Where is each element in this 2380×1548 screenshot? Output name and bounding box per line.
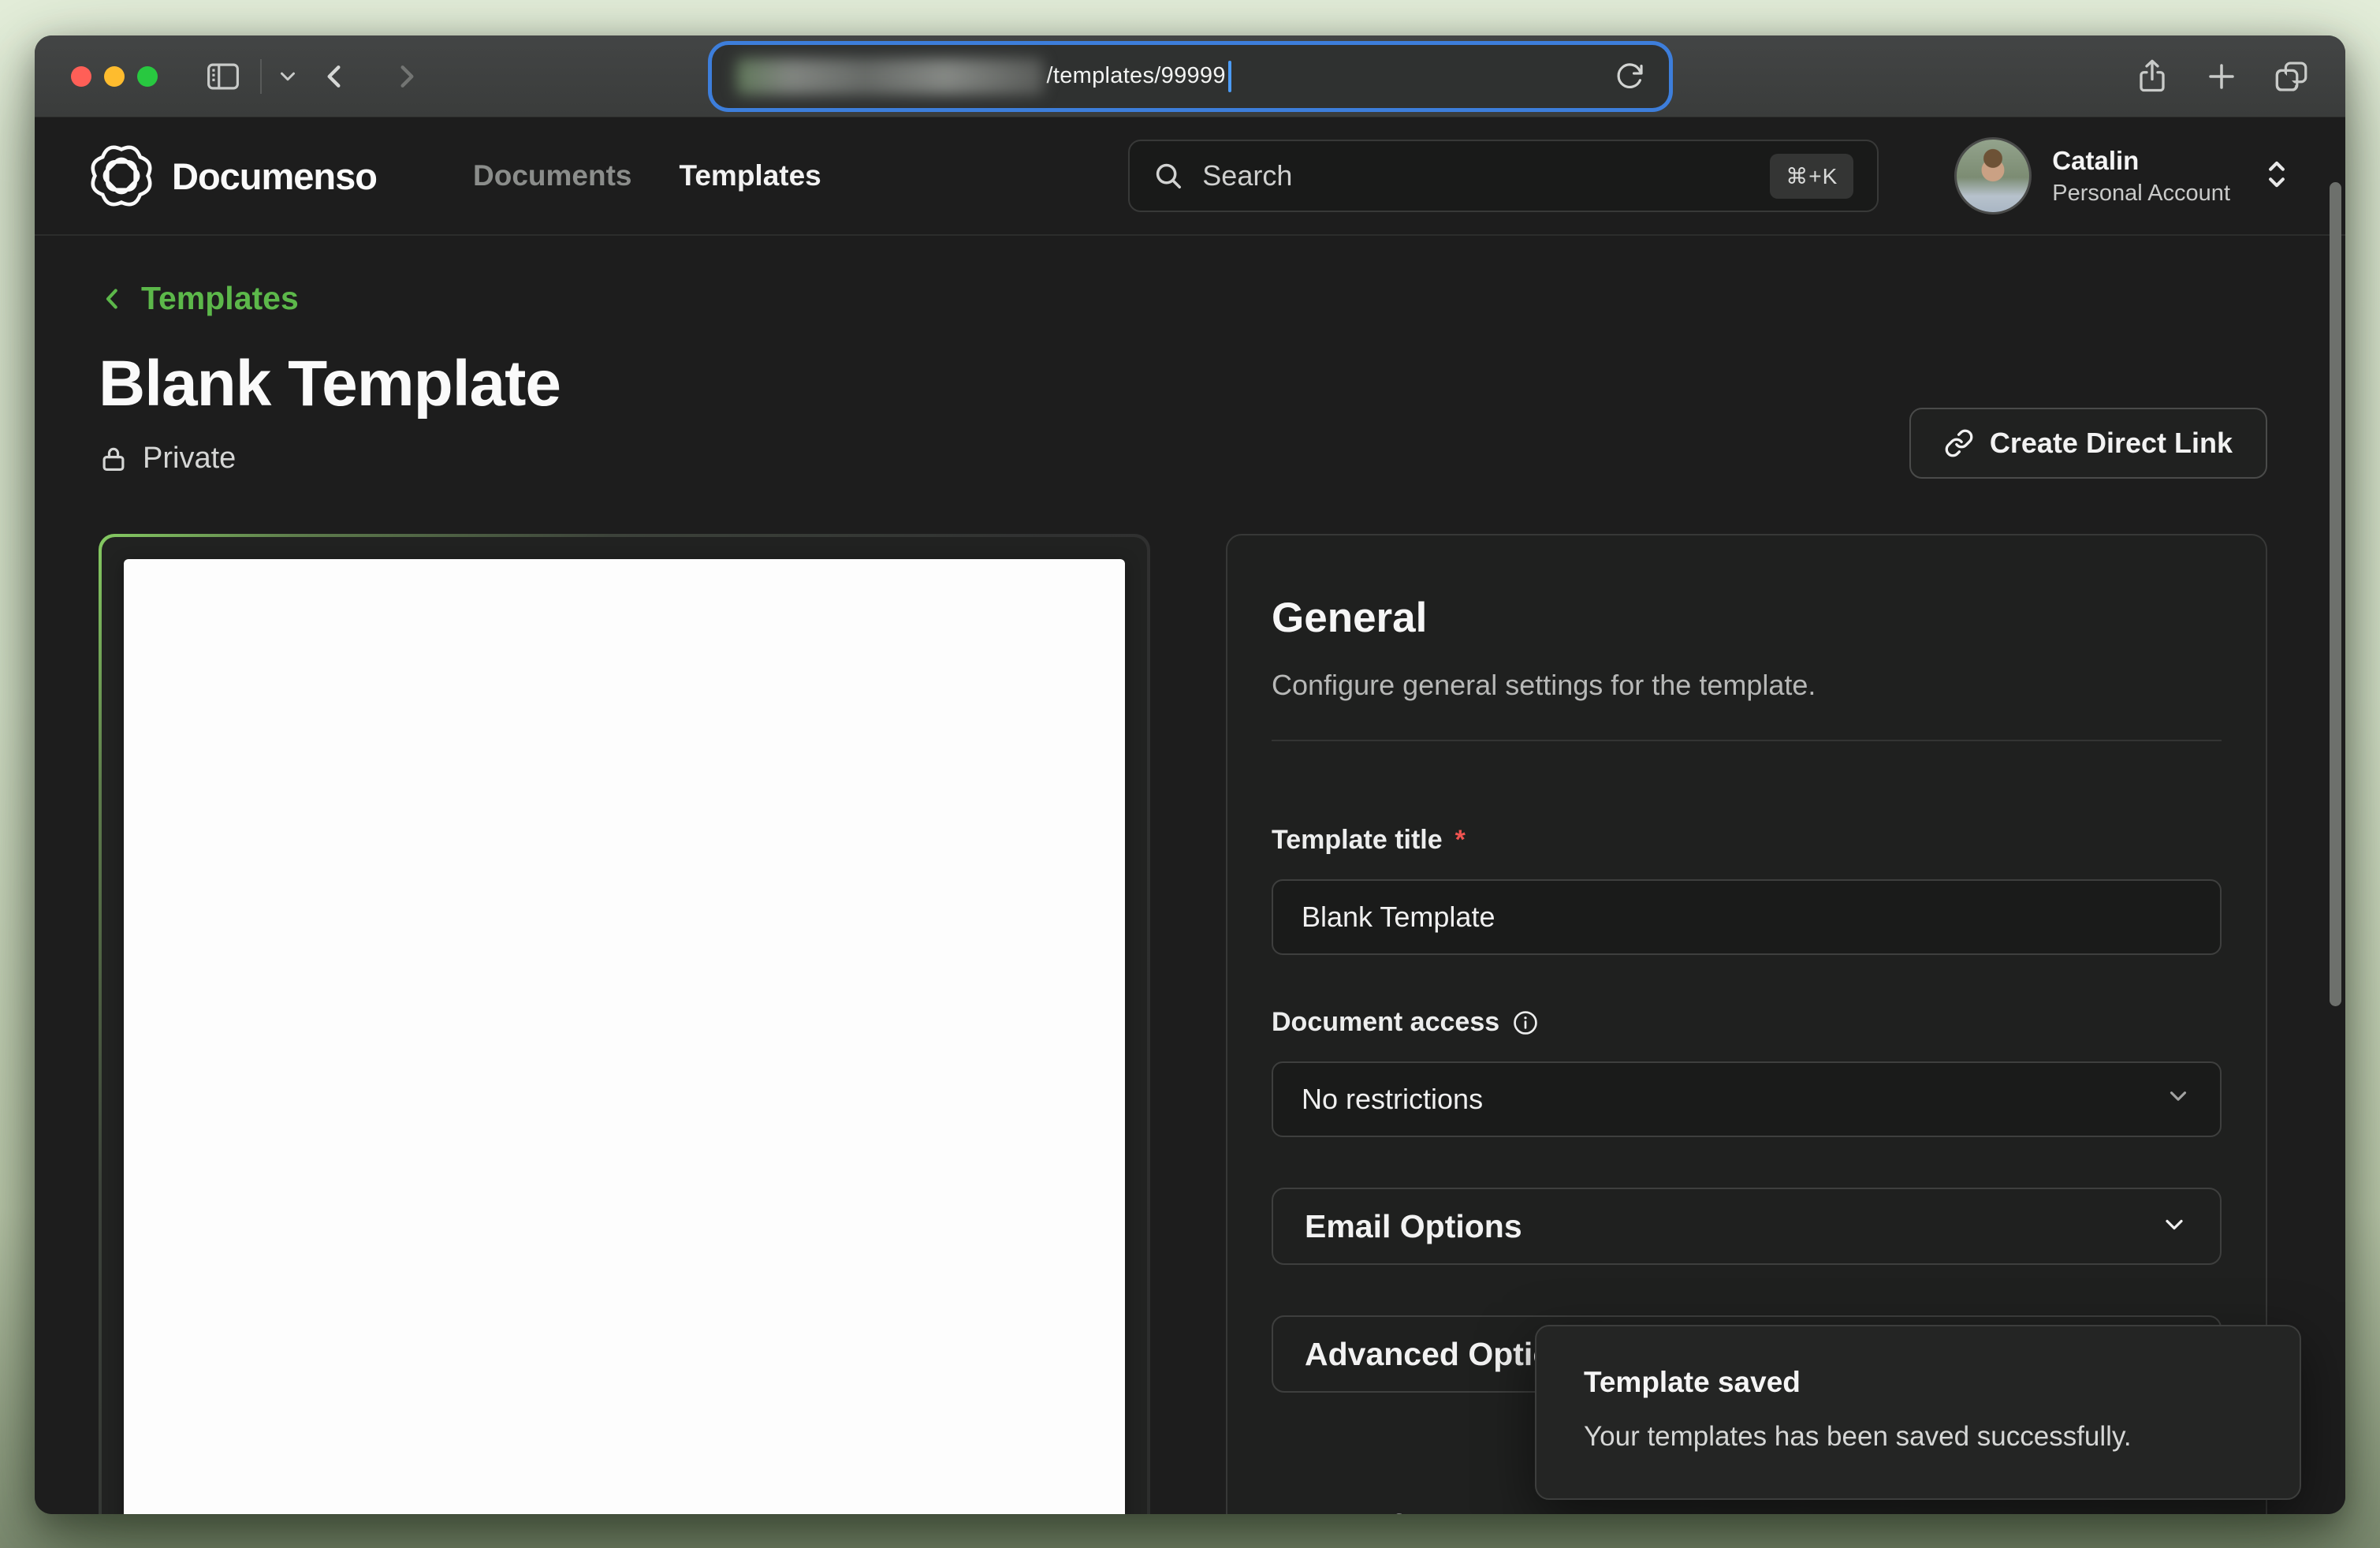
template-title-label-row: Template title * [1272,825,2222,856]
text-caret [1228,61,1231,92]
brand-name: Documenso [172,155,377,198]
create-direct-link-button[interactable]: Create Direct Link [1909,408,2267,479]
browser-toolbar: /templates/99999 [35,35,2345,117]
required-marker: * [1455,825,1466,856]
template-title-label: Template title [1272,825,1443,856]
document-page-blank[interactable] [124,559,1125,1514]
chevron-down-icon [2160,1210,2188,1243]
zoom-window-button[interactable] [137,66,158,87]
nav-item-documents[interactable]: Documents [473,159,631,192]
toast-notification[interactable]: Template saved Your templates has been s… [1535,1325,2301,1500]
address-bar[interactable]: /templates/99999 [714,47,1667,106]
create-direct-link-label: Create Direct Link [1990,427,2233,460]
address-bar-path[interactable]: /templates/99999 [1047,63,1226,89]
document-preview-inner [102,537,1147,1514]
main-navigation: Documents Templates [473,159,821,192]
panel-divider [1272,740,2222,741]
email-options-toggle[interactable]: Email Options [1272,1188,2222,1265]
document-access-value: No restrictions [1302,1083,1483,1116]
document-access-label-row: Document access [1272,1007,2222,1038]
page-hero: Templates Blank Template Private Create … [99,280,2267,476]
new-tab-icon[interactable] [2205,60,2238,93]
toolbar-divider [260,59,262,94]
user-name: Catalin [2052,146,2230,176]
link-icon [1944,428,1974,458]
minimize-window-button[interactable] [104,66,125,87]
document-access-label: Document access [1272,1007,1499,1038]
share-icon[interactable] [2136,58,2169,95]
visibility-label: Private [143,442,236,476]
chevron-down-icon [2165,1083,2192,1117]
toolbar-right-actions [2136,35,2309,117]
user-avatar-image [1954,137,2032,214]
address-bar-redacted-host [736,58,1044,95]
main-content: Templates Blank Template Private Create … [35,236,2345,1514]
search-shortcut-badge: ⌘+K [1770,154,1853,199]
search-icon [1153,161,1183,191]
window-scrollbar-thumb[interactable] [2330,182,2341,1006]
panel-title: General [1272,594,2222,642]
lock-icon [99,443,128,475]
documenso-logo-icon [88,143,155,209]
document-preview-card [99,534,1150,1514]
tab-overview-icon[interactable] [2274,60,2309,93]
breadcrumb-label[interactable]: Templates [141,280,299,317]
email-options-label: Email Options [1305,1208,1522,1245]
document-access-select[interactable]: No restrictions [1272,1061,2222,1137]
chevron-left-icon [99,283,127,315]
nav-item-templates[interactable]: Templates [679,159,821,192]
breadcrumb-templates-link[interactable]: Templates [99,280,299,317]
template-title-input[interactable] [1272,879,2222,955]
reload-icon[interactable] [1615,62,1644,91]
app-header: Documenso Documents Templates Search ⌘+K… [35,117,2345,236]
close-window-button[interactable] [71,66,91,87]
step-indicator: Step 1 of 3 [1272,1509,2222,1514]
panel-subtitle: Configure general settings for the templ… [1272,669,2222,702]
user-menu[interactable]: Catalin Personal Account [1954,137,2292,214]
toast-message: Your templates has been saved successful… [1584,1421,2252,1453]
chevron-down-icon[interactable] [276,65,300,88]
user-account-type: Personal Account [2052,181,2230,207]
info-icon[interactable] [1512,1009,1539,1036]
forward-button-icon[interactable] [389,61,421,92]
chevron-up-down-icon [2262,157,2292,196]
toast-title: Template saved [1584,1366,2252,1399]
search-input[interactable]: Search ⌘+K [1128,140,1879,212]
browser-window: /templates/99999 [35,35,2345,1514]
search-placeholder: Search [1202,159,1292,192]
brand-logo[interactable]: Documenso [88,143,377,209]
sidebar-toggle-icon[interactable] [207,62,240,91]
traffic-lights [71,66,158,87]
back-button-icon[interactable] [320,61,352,92]
